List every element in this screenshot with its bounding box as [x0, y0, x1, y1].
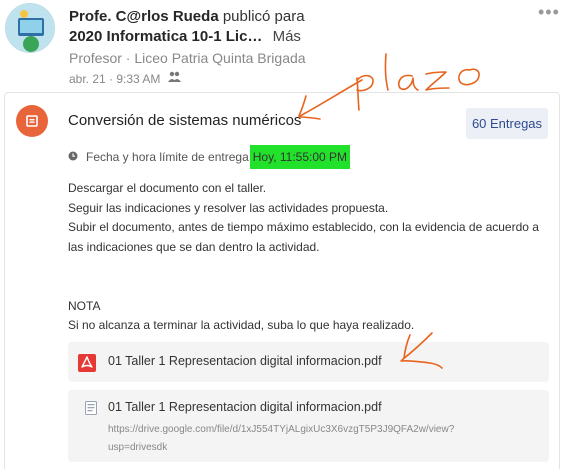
- post-date: abr. 21 · 9:33 AM: [69, 71, 161, 86]
- more-link[interactable]: Más: [273, 28, 301, 45]
- description-line: Seguir las indicaciones y resolver las a…: [68, 200, 389, 215]
- description-line: Subir el documento, antes de tiempo máxi…: [68, 220, 539, 235]
- document-icon: [85, 401, 97, 415]
- assignment-description: Descargar el documento con el taller. Se…: [68, 179, 539, 336]
- deadline-row: Fecha y hora límite de entrega Hoy, 11:5…: [68, 145, 351, 169]
- nota-text: Si no alcanza a terminar la actividad, s…: [68, 318, 415, 333]
- attachment-pdf[interactable]: 01 Taller 1 Representacion digital infor…: [68, 342, 549, 382]
- deadline-value: Hoy, 11:55:00 PM: [249, 145, 351, 169]
- attachment-url[interactable]: https://drive.google.com/file/d/1xJ554TY…: [108, 421, 528, 457]
- pdf-icon: [78, 354, 96, 372]
- deadline-label: Fecha y hora límite de entrega: [86, 150, 249, 164]
- audience-icon: [168, 71, 182, 86]
- attachment-name[interactable]: 01 Taller 1 Representacion digital infor…: [108, 400, 382, 414]
- author-role: Profesor · Liceo Patria Quinta Brigada: [69, 50, 306, 66]
- description-line: las indicaciones que se dan dentro la ac…: [68, 239, 320, 254]
- clock-icon: [68, 150, 78, 164]
- post-meta: abr. 21 · 9:33 AM: [69, 71, 182, 86]
- author-name[interactable]: Profe. C@rlos Rueda: [69, 8, 219, 25]
- nota-title: NOTA: [68, 298, 101, 313]
- description-line: Descargar el documento con el taller.: [68, 181, 267, 195]
- assignment-icon: [16, 105, 48, 137]
- attachment-name[interactable]: 01 Taller 1 Representacion digital infor…: [108, 354, 382, 368]
- group-name[interactable]: 2020 Informatica 10-1 Lic…: [69, 28, 262, 45]
- url-line[interactable]: https://drive.google.com/file/d/1xJ554TY…: [108, 421, 528, 439]
- post-menu-icon[interactable]: •••: [538, 2, 560, 23]
- avatar[interactable]: [5, 3, 55, 53]
- post-header-line: Profe. C@rlos Rueda publicó para: [69, 8, 305, 25]
- post-action: publicó para: [222, 8, 305, 25]
- post-group-line: 2020 Informatica 10-1 Lic… Más: [69, 28, 301, 45]
- attachment-drive-link[interactable]: 01 Taller 1 Representacion digital infor…: [68, 390, 549, 462]
- assignment-title[interactable]: Conversión de sistemas numéricos: [68, 112, 301, 129]
- url-line[interactable]: usp=drivesdk: [108, 439, 528, 457]
- entregas-button[interactable]: 60 Entregas: [466, 108, 548, 139]
